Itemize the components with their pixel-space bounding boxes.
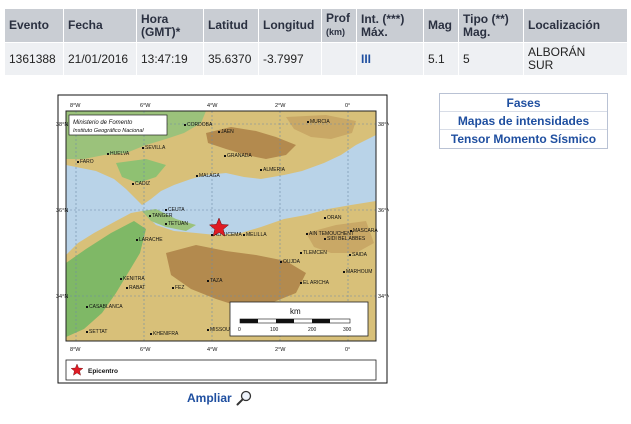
svg-text:8°W: 8°W (70, 347, 81, 353)
svg-text:Epicentro: Epicentro (88, 368, 118, 375)
svg-text:MASCARA: MASCARA (353, 228, 378, 234)
svg-text:TAZA: TAZA (210, 278, 223, 284)
map-credit: Ministerio de Fomento Instituto Geográfi… (68, 114, 168, 136)
svg-text:4°W: 4°W (207, 103, 218, 109)
svg-text:CORDOBA: CORDOBA (187, 122, 213, 128)
col-evento: Evento (5, 9, 63, 42)
svg-text:0°: 0° (345, 347, 350, 353)
map-legend: Epicentro (65, 359, 377, 381)
svg-text:CASABLANCA: CASABLANCA (89, 304, 123, 310)
table-row: 1361388 21/01/2016 13:47:19 35.6370 -3.7… (5, 43, 627, 75)
cell-mag: 5.1 (424, 43, 458, 75)
svg-text:ORAN: ORAN (327, 215, 342, 221)
events-table: Evento Fecha Hora (GMT)* Latitud Longitud… (4, 8, 628, 76)
svg-text:6°W: 6°W (140, 347, 151, 353)
svg-text:6°W: 6°W (140, 103, 151, 109)
col-intensidad: Int. (***) Máx. (357, 9, 423, 42)
moment-tensor-link[interactable]: Tensor Momento Sísmico (440, 130, 607, 148)
svg-text:OUJDA: OUJDA (283, 259, 301, 265)
ampliar-label: Ampliar (187, 391, 232, 405)
svg-text:TLEMCEN: TLEMCEN (303, 250, 327, 256)
svg-text:4°W: 4°W (207, 347, 218, 353)
epicenter-map[interactable]: 8°W 6°W 4°W 2°W 0° 8°W 6°W 4°W 2°W 0° 38… (56, 93, 389, 385)
col-latitud: Latitud (204, 9, 258, 42)
svg-text:SETTAT: SETTAT (89, 329, 107, 335)
svg-text:36°N: 36°N (378, 208, 389, 214)
cell-fecha: 21/01/2016 (64, 43, 136, 75)
svg-text:ALMERIA: ALMERIA (263, 167, 286, 173)
svg-text:RABAT: RABAT (129, 285, 145, 291)
svg-text:SIDI BEL ABBES: SIDI BEL ABBES (327, 236, 366, 242)
svg-text:KHENIFRA: KHENIFRA (153, 331, 179, 337)
intensity-maps-link[interactable]: Mapas de intensidades (440, 112, 607, 130)
svg-text:100: 100 (270, 327, 279, 333)
svg-text:FEZ: FEZ (175, 285, 184, 291)
svg-text:38°N: 38°N (378, 122, 389, 128)
col-tipo-mag: Tipo (**) Mag. (459, 9, 523, 42)
cell-longitud: -3.7997 (259, 43, 321, 75)
cell-latitud: 35.6370 (204, 43, 258, 75)
svg-text:Ministerio de Fomento: Ministerio de Fomento (73, 120, 133, 126)
svg-text:SAIDA: SAIDA (352, 252, 368, 258)
svg-text:SEVILLA: SEVILLA (145, 145, 166, 151)
svg-text:Instituto Geográfico Nacional: Instituto Geográfico Nacional (73, 128, 144, 134)
svg-text:36°N: 36°N (56, 208, 68, 214)
links-panel: Fases Mapas de intensidades Tensor Momen… (439, 93, 608, 149)
svg-text:HUELVA: HUELVA (110, 151, 130, 157)
intensity-link[interactable]: III (357, 43, 423, 75)
svg-text:km: km (290, 307, 301, 316)
svg-text:TANGER: TANGER (152, 213, 173, 219)
svg-text:FARO: FARO (80, 159, 94, 165)
fases-link[interactable]: Fases (440, 94, 607, 112)
col-localizacion: Localización (524, 9, 627, 42)
cell-tipo-mag: 5 (459, 43, 523, 75)
col-mag: Mag (424, 9, 458, 42)
col-longitud: Longitud (259, 9, 321, 42)
col-fecha: Fecha (64, 9, 136, 42)
cell-localizacion: ALBORÁN SUR (524, 43, 627, 75)
cell-prof (322, 43, 356, 75)
col-hora: Hora (GMT)* (137, 9, 203, 42)
scale-bar: km 0 100 200 300 (229, 301, 369, 337)
cell-hora: 13:47:19 (137, 43, 203, 75)
svg-text:34°N: 34°N (56, 294, 68, 300)
svg-text:EL ARICHA: EL ARICHA (303, 280, 330, 286)
svg-text:CADIZ: CADIZ (135, 181, 150, 187)
svg-text:MURCIA: MURCIA (310, 119, 330, 125)
svg-text:200: 200 (308, 327, 317, 333)
table-header-row: Evento Fecha Hora (GMT)* Latitud Longitud… (5, 9, 627, 42)
svg-text:GRANADA: GRANADA (227, 153, 252, 159)
col-prof: Prof (km) (322, 9, 356, 42)
svg-text:MARHOUM: MARHOUM (346, 269, 372, 275)
svg-text:0: 0 (238, 327, 241, 333)
svg-text:38°N: 38°N (56, 122, 68, 128)
svg-text:8°W: 8°W (70, 103, 81, 109)
svg-text:34°N: 34°N (378, 294, 389, 300)
svg-text:TETUAN: TETUAN (168, 221, 188, 227)
magnifier-icon (236, 390, 251, 406)
svg-text:JAEN: JAEN (221, 129, 234, 135)
ampliar-link[interactable]: Ampliar (187, 387, 252, 409)
svg-text:2°W: 2°W (275, 347, 286, 353)
svg-text:300: 300 (343, 327, 352, 333)
svg-text:MALAGA: MALAGA (199, 173, 221, 179)
svg-text:MELILLA: MELILLA (246, 232, 267, 238)
cell-evento: 1361388 (5, 43, 63, 75)
svg-text:KENITRA: KENITRA (123, 276, 145, 282)
svg-text:2°W: 2°W (275, 103, 286, 109)
svg-text:LARACHE: LARACHE (139, 237, 163, 243)
svg-text:0°: 0° (345, 103, 350, 109)
